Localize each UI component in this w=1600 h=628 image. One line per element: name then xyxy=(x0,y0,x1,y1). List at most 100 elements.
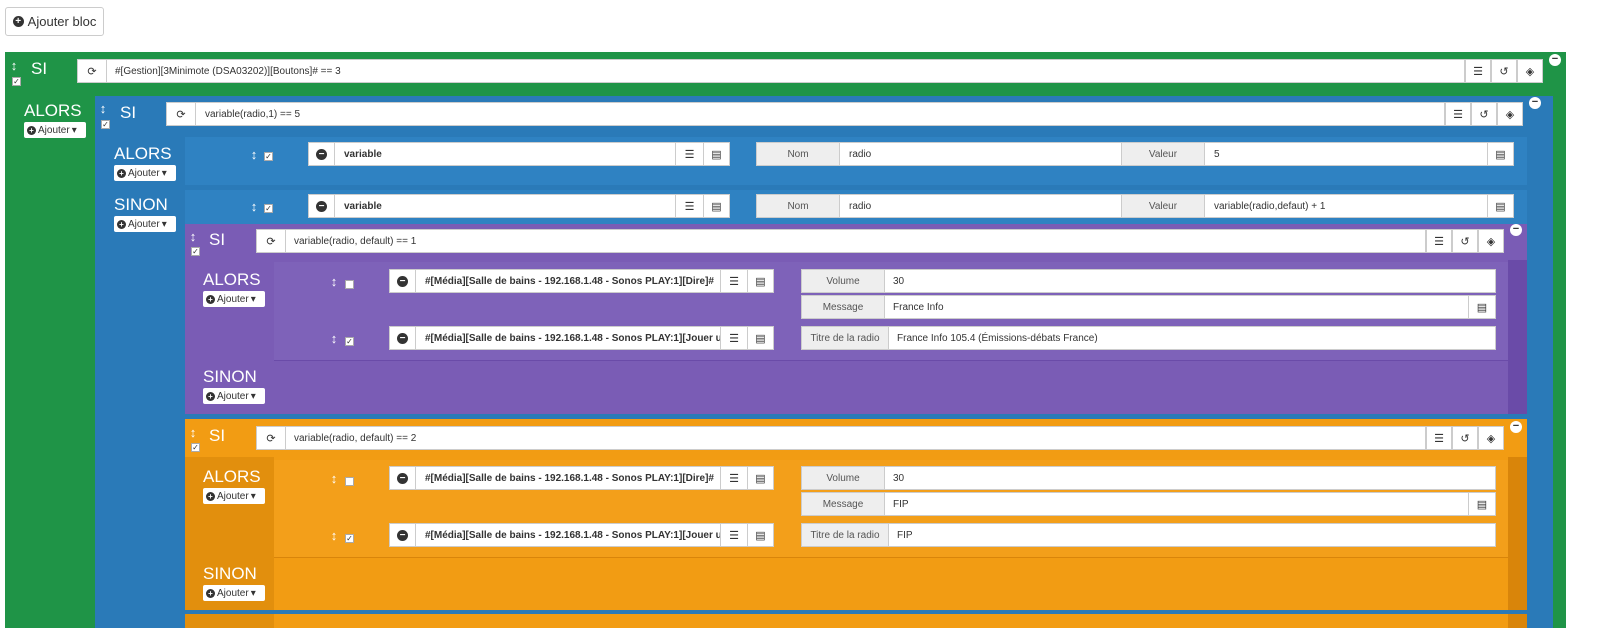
radio-title-label: Titre de la radio xyxy=(801,326,889,350)
command-input[interactable]: #[Média][Salle de bains - 192.168.1.48 -… xyxy=(415,466,721,490)
remove-block-button[interactable]: − xyxy=(1549,54,1561,66)
list-alt-button[interactable]: ▤ xyxy=(747,466,774,490)
command-input[interactable]: #[Média][Salle de bains - 192.168.1.48 -… xyxy=(415,326,721,350)
drag-handle-icon[interactable]: ↕ xyxy=(250,199,258,214)
remove-action-button[interactable]: − xyxy=(308,142,335,166)
enable-checkbox[interactable]: ✓ xyxy=(264,204,273,213)
list-alt-button[interactable]: ▤ xyxy=(747,523,774,547)
message-input[interactable]: FIP xyxy=(884,492,1469,516)
remove-action-button[interactable]: − xyxy=(389,523,416,547)
list-icon: ☰ xyxy=(684,200,695,213)
cube-button[interactable]: ◈ xyxy=(1497,102,1523,126)
radio-title-input[interactable]: FIP xyxy=(888,523,1496,547)
list-button[interactable]: ▤ xyxy=(1468,492,1496,516)
drag-handle-icon[interactable]: ↕ xyxy=(330,274,338,289)
refresh-button[interactable]: ⟳ xyxy=(256,426,286,450)
cube-button[interactable]: ◈ xyxy=(1478,426,1504,450)
refresh-button[interactable]: ⟳ xyxy=(166,102,196,126)
remove-block-button[interactable]: − xyxy=(1529,97,1541,109)
remove-action-button[interactable]: − xyxy=(389,326,416,350)
condition-input[interactable]: variable(radio, default) == 1 xyxy=(285,229,1426,253)
add-menu-button[interactable]: + Ajouter ▾ xyxy=(203,388,265,404)
command-input[interactable]: #[Média][Salle de bains - 192.168.1.48 -… xyxy=(415,523,721,547)
drag-handle-icon[interactable]: ↕ xyxy=(189,425,197,440)
list-button[interactable]: ☰ xyxy=(1445,102,1471,126)
enable-checkbox[interactable]: ✓ xyxy=(191,247,200,256)
list-button[interactable]: ☰ xyxy=(675,142,704,166)
list-button[interactable]: ☰ xyxy=(720,326,748,350)
list-button[interactable]: ☰ xyxy=(1426,229,1452,253)
enable-checkbox[interactable] xyxy=(345,477,354,486)
enable-checkbox[interactable]: ✓ xyxy=(12,77,21,86)
list-alt-button[interactable]: ▤ xyxy=(703,194,730,218)
enable-checkbox[interactable]: ✓ xyxy=(345,534,354,543)
value-input[interactable]: 5 xyxy=(1204,142,1488,166)
cube-icon: ◈ xyxy=(1505,108,1515,121)
drag-handle-icon[interactable]: ↕ xyxy=(10,58,18,73)
condition-input[interactable]: variable(radio, default) == 2 xyxy=(285,426,1426,450)
command-input[interactable]: variable xyxy=(334,142,676,166)
add-block-button[interactable]: + Ajouter bloc xyxy=(5,7,104,36)
volume-input[interactable]: 30 xyxy=(884,466,1496,490)
command-input[interactable]: variable xyxy=(334,194,676,218)
add-menu-button[interactable]: + Ajouter ▾ xyxy=(114,165,176,181)
list-button[interactable]: ▤ xyxy=(1487,194,1514,218)
history-button[interactable]: ↺ xyxy=(1452,426,1478,450)
refresh-icon: ⟳ xyxy=(176,108,186,121)
enable-checkbox[interactable]: ✓ xyxy=(345,337,354,346)
refresh-button[interactable]: ⟳ xyxy=(77,59,107,83)
list-icon: ▤ xyxy=(1476,498,1488,511)
drag-handle-icon[interactable]: ↕ xyxy=(189,229,197,244)
name-input[interactable]: radio xyxy=(839,142,1122,166)
refresh-button[interactable]: ⟳ xyxy=(256,229,286,253)
enable-checkbox[interactable]: ✓ xyxy=(264,152,273,161)
minus-circle-icon: − xyxy=(397,529,408,541)
value-input[interactable]: variable(radio,defaut) + 1 xyxy=(1204,194,1488,218)
list-button[interactable]: ☰ xyxy=(720,466,748,490)
condition-input[interactable]: #[Gestion][3Minimote (DSA03202)][Boutons… xyxy=(106,59,1465,83)
history-button[interactable]: ↺ xyxy=(1491,59,1517,83)
enable-checkbox[interactable]: ✓ xyxy=(191,443,200,452)
list-button[interactable]: ☰ xyxy=(720,269,748,293)
sinon-label: SINON xyxy=(114,195,168,214)
add-label: Ajouter xyxy=(217,490,249,502)
list-button[interactable]: ☰ xyxy=(1465,59,1491,83)
condition-input[interactable]: variable(radio,1) == 5 xyxy=(195,102,1445,126)
list-icon: ▤ xyxy=(755,275,766,288)
add-menu-button[interactable]: + Ajouter ▾ xyxy=(114,216,176,232)
remove-action-button[interactable]: − xyxy=(389,466,416,490)
enable-checkbox[interactable] xyxy=(345,280,354,289)
list-alt-button[interactable]: ▤ xyxy=(703,142,730,166)
drag-handle-icon[interactable]: ↕ xyxy=(99,101,107,116)
remove-block-button[interactable]: − xyxy=(1510,224,1522,236)
list-alt-button[interactable]: ▤ xyxy=(747,269,774,293)
list-button[interactable]: ☰ xyxy=(675,194,704,218)
radio-title-input[interactable]: France Info 105.4 (Émissions-débats Fran… xyxy=(888,326,1496,350)
drag-handle-icon[interactable]: ↕ xyxy=(330,471,338,486)
list-button[interactable]: ▤ xyxy=(1487,142,1514,166)
list-button[interactable]: ☰ xyxy=(720,523,748,547)
enable-checkbox[interactable]: ✓ xyxy=(101,120,110,129)
history-button[interactable]: ↺ xyxy=(1471,102,1497,126)
history-button[interactable]: ↺ xyxy=(1452,229,1478,253)
drag-handle-icon[interactable]: ↕ xyxy=(250,147,258,162)
name-input[interactable]: radio xyxy=(839,194,1122,218)
volume-input[interactable]: 30 xyxy=(884,269,1496,293)
command-input[interactable]: #[Média][Salle de bains - 192.168.1.48 -… xyxy=(415,269,721,293)
drag-handle-icon[interactable]: ↕ xyxy=(330,528,338,543)
list-button[interactable]: ☰ xyxy=(1426,426,1452,450)
cube-button[interactable]: ◈ xyxy=(1478,229,1504,253)
add-menu-button[interactable]: + Ajouter ▾ xyxy=(203,291,265,307)
list-button[interactable]: ▤ xyxy=(1468,295,1496,319)
list-alt-button[interactable]: ▤ xyxy=(747,326,774,350)
history-icon: ↺ xyxy=(1499,65,1509,78)
remove-block-button[interactable]: − xyxy=(1510,421,1522,433)
cube-button[interactable]: ◈ xyxy=(1517,59,1543,83)
remove-action-button[interactable]: − xyxy=(308,194,335,218)
add-menu-button[interactable]: + Ajouter ▾ xyxy=(24,122,86,138)
add-menu-button[interactable]: + Ajouter ▾ xyxy=(203,488,265,504)
message-input[interactable]: France Info xyxy=(884,295,1469,319)
drag-handle-icon[interactable]: ↕ xyxy=(330,331,338,346)
remove-action-button[interactable]: − xyxy=(389,269,416,293)
add-menu-button[interactable]: + Ajouter ▾ xyxy=(203,585,265,601)
